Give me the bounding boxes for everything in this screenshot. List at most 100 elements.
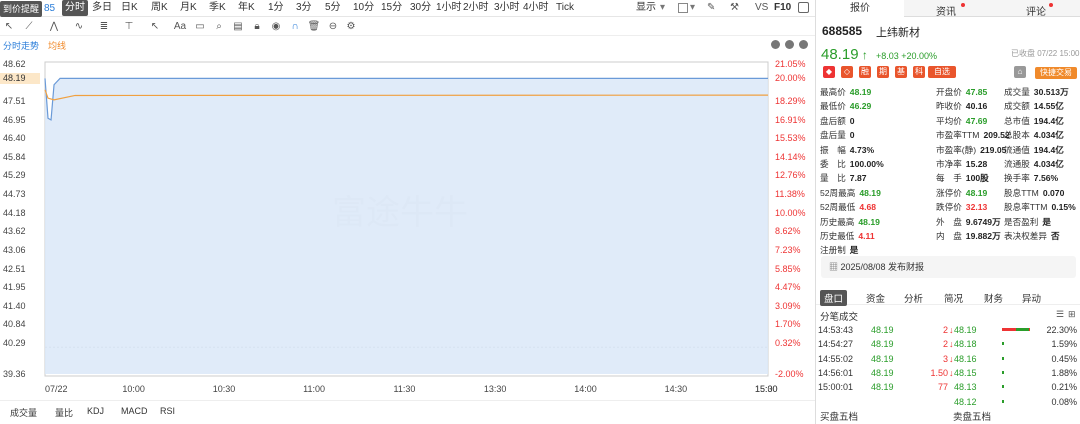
timeframe-tab[interactable]: 2小时 (463, 0, 489, 16)
text-tool-icon[interactable]: Aa (173, 20, 187, 33)
magnet-icon[interactable]: ∩ (288, 20, 302, 33)
f10-button[interactable]: F10 (774, 0, 791, 16)
panel-tab[interactable]: 盘口 (820, 290, 848, 306)
expand-panel-icon[interactable] (798, 2, 809, 13)
tab-news[interactable]: 资讯 (936, 3, 956, 18)
quote-field: 52周最低 4.68 (820, 201, 876, 213)
quote-label: 平均价 (936, 115, 962, 126)
panel-tab[interactable]: 资金 (866, 291, 885, 305)
timeframe-tab[interactable]: 1分 (268, 0, 284, 16)
timeframe-tab[interactable]: 周K (151, 0, 168, 16)
timeframe-tab[interactable]: 10分 (353, 0, 374, 16)
tab-quote[interactable]: 报价 (816, 0, 904, 17)
quote-value: 48.19 (849, 87, 872, 97)
quote-field: 昨收价 40.16 (936, 100, 987, 112)
polyline-tool-icon[interactable]: ⋀ (47, 20, 61, 33)
settings-dot-icon[interactable] (771, 40, 780, 49)
gear-icon[interactable]: ⚙ (344, 20, 358, 33)
timeframe-tab[interactable]: 4小时 (523, 0, 549, 16)
quote-label: 跌停价 (936, 202, 962, 213)
timeframe-tab[interactable]: 季K (209, 0, 226, 16)
tab-comments[interactable]: 评论 (1026, 3, 1046, 18)
list-view-icon[interactable]: ☰ (1056, 309, 1064, 320)
quote-value: 是 (1042, 216, 1051, 227)
checkbox-icon[interactable] (678, 3, 688, 13)
panel-tab[interactable]: 简况 (944, 291, 963, 305)
earnings-notice[interactable]: ▦ 2025/08/08 发布财报 (821, 256, 1076, 278)
quote-field: 涨停价 48.19 (936, 187, 987, 199)
display-chevron-icon[interactable]: ▾ (660, 0, 665, 16)
comment-tool-icon[interactable]: ▭ (193, 20, 207, 33)
y-tick-right: 12.76% (775, 170, 806, 181)
quote-field: 注册制是 (820, 244, 858, 256)
up-arrow-icon: ↑ (858, 48, 868, 62)
timeframe-tab[interactable]: 日K (121, 0, 138, 16)
indicator-tab[interactable]: 量比 (55, 406, 73, 419)
down-arrow-icon: ↓ (949, 353, 954, 364)
timeframe-tab[interactable]: 年K (238, 0, 255, 16)
panel-tab[interactable]: 异动 (1022, 291, 1041, 305)
grid-view-icon[interactable]: ⊞ (1068, 309, 1076, 320)
timeframe-tab[interactable]: 分时 (62, 0, 88, 16)
timeframe-tab[interactable]: 3分 (296, 0, 312, 16)
trash-icon[interactable]: 🗑︎ (307, 20, 321, 33)
quote-label: 量 比 (820, 173, 846, 184)
timeframe-tab[interactable]: 3小时 (494, 0, 520, 16)
checkbox-chevron-icon[interactable]: ▾ (690, 0, 695, 16)
indicator-tab[interactable]: RSI (160, 406, 175, 416)
margin-icon: ◇ (841, 66, 853, 78)
wrench-icon[interactable]: ⚒ (730, 0, 739, 16)
timeframe-tab[interactable]: 月K (180, 0, 197, 16)
x-tick: 11:30 (393, 384, 416, 394)
last-price: 48.19 ↑ (821, 46, 868, 63)
display-menu[interactable]: 显示 (636, 0, 656, 16)
eye-icon[interactable]: ◉ (269, 20, 283, 33)
stock-code-fragment: 85 (44, 3, 56, 14)
quick-trade-button[interactable]: 快捷交易 (1035, 67, 1077, 79)
timeframe-tab[interactable]: 1小时 (436, 0, 462, 16)
timeframe-tab[interactable]: 5分 (325, 0, 341, 16)
close-icon[interactable] (799, 40, 808, 49)
layers-icon[interactable]: ⊖ (326, 20, 340, 33)
quote-label: 开盘价 (936, 87, 962, 97)
line-tool-icon[interactable]: ⟋ (22, 20, 36, 33)
x-tick: 15:30 (755, 384, 778, 394)
ruler-icon[interactable]: ▤ (231, 20, 245, 33)
panel-tab[interactable]: 财务 (984, 291, 1003, 305)
pen-icon[interactable]: ✎ (707, 0, 715, 16)
quote-label: 流通股 (1004, 159, 1030, 169)
arrow-tool-icon[interactable]: ↖ (148, 20, 162, 33)
quote-value: 0.15% (1051, 202, 1076, 213)
bell-icon[interactable]: ⌂ (1014, 66, 1026, 78)
wave-tool-icon[interactable]: ∿ (72, 20, 86, 33)
cursor-icon[interactable]: ↖ (2, 20, 16, 33)
quote-label: 市净率 (936, 159, 962, 169)
level-tool-icon[interactable]: ⊤ (122, 20, 136, 33)
quote-value: 7.56% (1033, 173, 1059, 184)
minus-icon[interactable] (785, 40, 794, 49)
timeframe-tab[interactable]: 多日 (92, 0, 112, 16)
y-tick-left: 41.95 (3, 282, 26, 293)
timeframe-tab[interactable]: Tick (556, 0, 574, 16)
quote-value: 47.85 (965, 87, 988, 97)
indicator-tab[interactable]: KDJ (87, 406, 104, 416)
intraday-chart[interactable]: 富途牛牛 (0, 52, 815, 397)
zoom-icon[interactable]: ⌕ (212, 20, 226, 33)
fib-tool-icon[interactable]: ≣ (97, 20, 111, 33)
lock-icon[interactable]: 🔒︎ (250, 20, 264, 33)
trade-row: 15:00:01 48.19 77 48.13 0.21% (816, 380, 1080, 394)
compare-icon[interactable]: VS (755, 0, 768, 16)
indicator-tab[interactable]: 成交量 (10, 406, 37, 419)
watchlist-button[interactable]: 自选 (928, 66, 956, 78)
timeframe-tab[interactable]: 15分 (381, 0, 402, 16)
indicator-tab[interactable]: MACD (121, 406, 148, 416)
quote-field: 外 盘 9.6749万 (936, 216, 1001, 228)
panel-tab[interactable]: 分析 (904, 291, 923, 305)
quote-label: 52周最低 (820, 202, 856, 213)
price-change: +8.03 +20.00% (876, 51, 938, 61)
timeframe-tab[interactable]: 30分 (410, 0, 431, 16)
quote-label: 盘后量 (820, 130, 846, 141)
quote-field: 每 手 100股 (936, 172, 989, 184)
quote-value: 否 (1050, 231, 1060, 241)
price-alert-button[interactable]: 到价提醒 (0, 1, 43, 17)
